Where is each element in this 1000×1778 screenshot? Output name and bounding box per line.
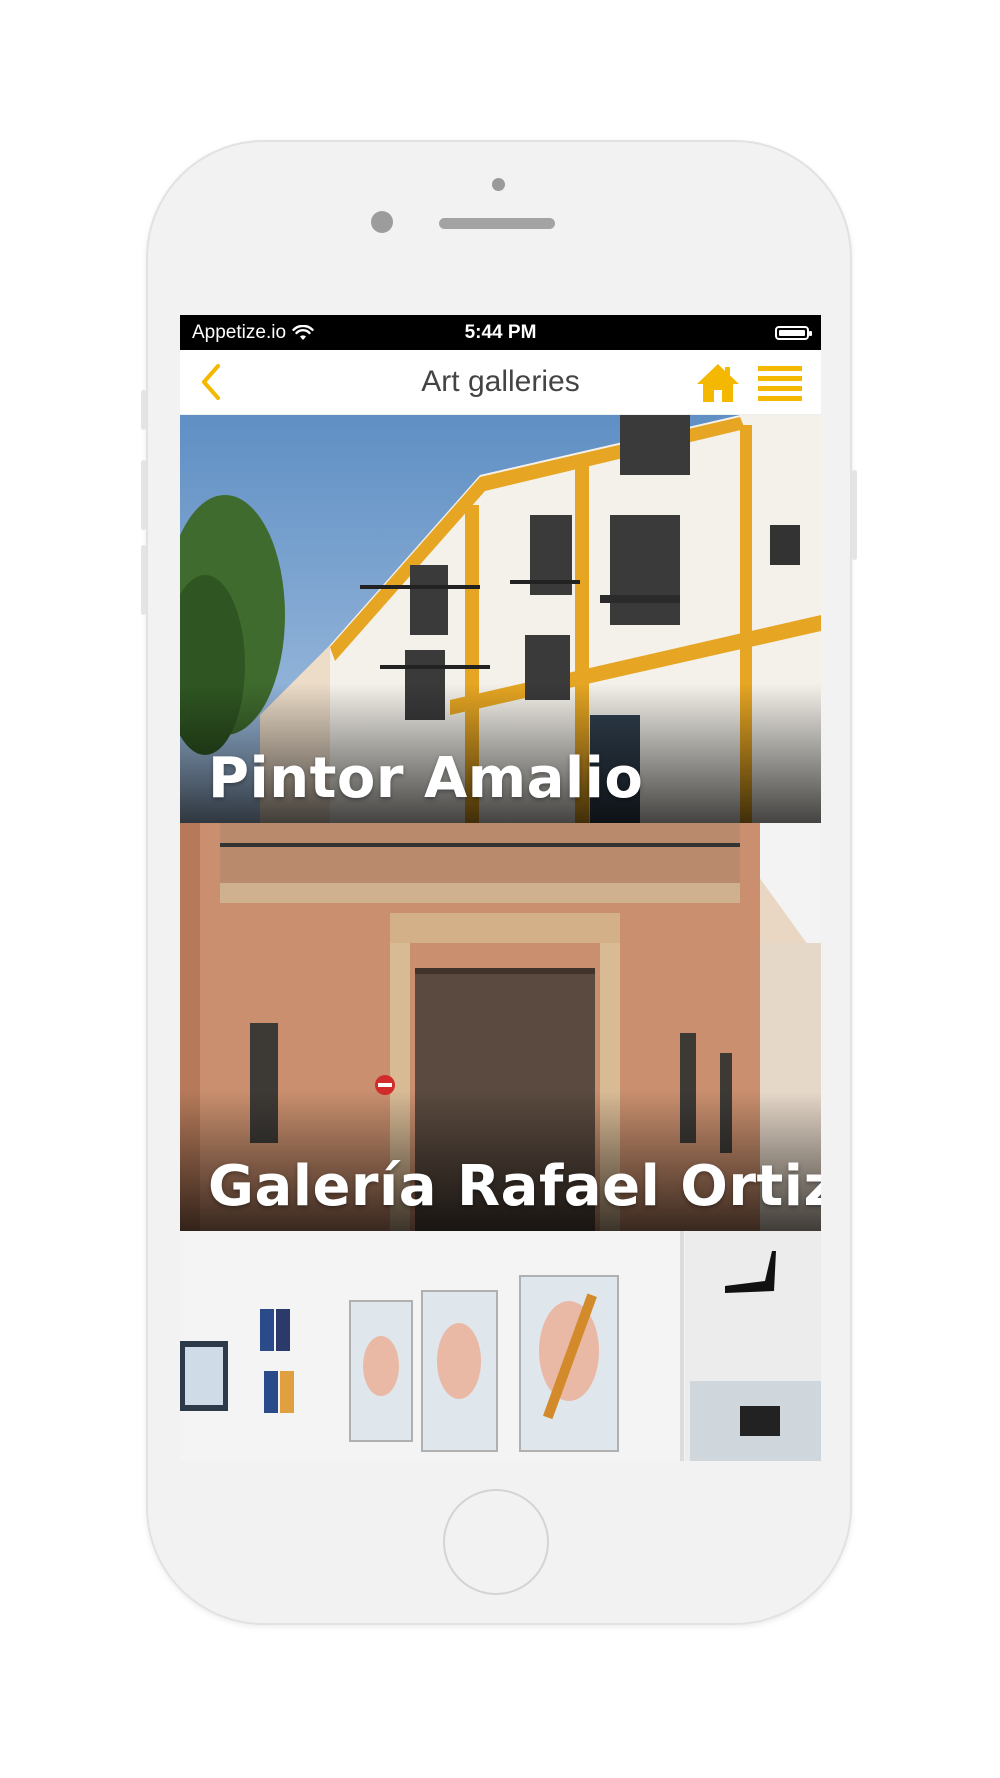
volume-down-button xyxy=(141,545,146,615)
status-time: 5:44 PM xyxy=(464,321,537,343)
home-button[interactable] xyxy=(443,1489,549,1595)
gallery-card-pintor-amalio[interactable]: Pintor Amalio xyxy=(180,415,821,823)
gallery-name: Pintor Amalio xyxy=(208,746,644,811)
navigation-bar: Art galleries xyxy=(180,350,821,415)
earpiece-speaker xyxy=(439,218,555,229)
phone-frame: Appetize.io 5:44 PM Art galleries Pintor… xyxy=(141,140,857,1625)
power-button xyxy=(852,470,857,560)
side-button xyxy=(141,390,146,430)
status-bar: Appetize.io 5:44 PM xyxy=(180,315,821,350)
wifi-icon xyxy=(292,324,314,340)
carrier-label: Appetize.io xyxy=(192,321,287,343)
front-camera xyxy=(371,211,393,233)
gallery-name: Galería Rafael Ortiz xyxy=(208,1154,821,1219)
gallery-photo xyxy=(180,1231,821,1461)
gallery-card-third[interactable] xyxy=(180,1231,821,1461)
app-screen: Appetize.io 5:44 PM Art galleries Pintor… xyxy=(180,315,821,1461)
gallery-card-rafael-ortiz[interactable]: Galería Rafael Ortiz xyxy=(180,823,821,1231)
chevron-left-icon[interactable] xyxy=(194,362,230,402)
menu-icon[interactable] xyxy=(756,365,804,401)
home-icon[interactable] xyxy=(695,362,741,404)
status-left: Appetize.io xyxy=(192,322,314,344)
proximity-sensor xyxy=(492,178,505,191)
battery-icon xyxy=(775,325,812,340)
volume-up-button xyxy=(141,460,146,530)
